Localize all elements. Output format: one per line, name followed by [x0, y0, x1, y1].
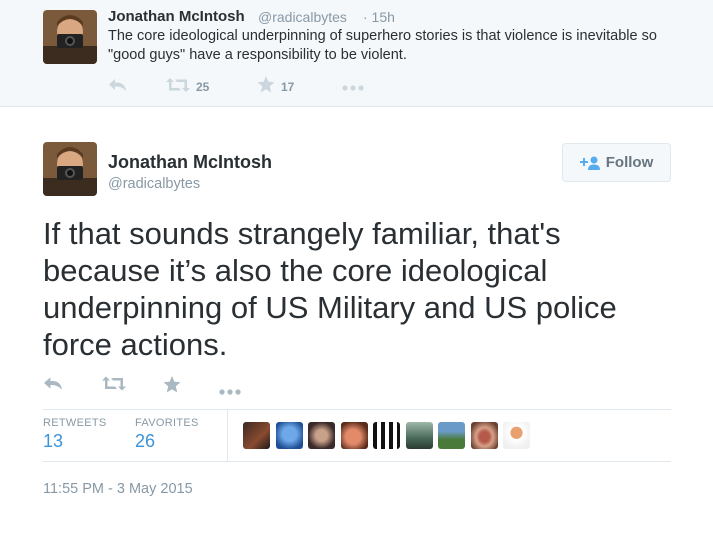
- reply-button[interactable]: [43, 376, 64, 396]
- parent-author-name[interactable]: Jonathan McIntosh: [108, 8, 245, 25]
- author-name[interactable]: Jonathan McIntosh: [108, 152, 272, 173]
- favoriter-avatar[interactable]: [470, 422, 498, 449]
- parent-favorite-count: 17: [281, 80, 295, 94]
- favorites-stat[interactable]: FAVORITES 26: [135, 417, 199, 452]
- favoriter-avatar[interactable]: [438, 422, 465, 449]
- star-icon: [257, 76, 275, 98]
- parent-tweet-actions: 25 17: [108, 76, 408, 98]
- follow-button[interactable]: Follow: [562, 143, 671, 182]
- parent-tweet-text: The core ideological underpinning of sup…: [108, 28, 657, 63]
- favoriter-avatar[interactable]: [308, 422, 335, 449]
- retweet-icon: [102, 376, 126, 396]
- tweet-actions: [43, 376, 263, 396]
- more-button[interactable]: [219, 382, 241, 400]
- parent-favorite-button[interactable]: 17: [257, 76, 295, 98]
- favoriter-avatar[interactable]: [340, 422, 368, 449]
- reply-icon: [108, 78, 128, 97]
- star-icon: [163, 376, 181, 398]
- more-icon: [342, 78, 364, 96]
- tweet-stats: RETWEETS 13 FAVORITES 26: [43, 409, 671, 462]
- parent-tweet[interactable]: Jonathan McIntosh @radicalbytes · 15h Th…: [0, 0, 713, 107]
- retweets-count: 13: [43, 431, 64, 451]
- favoriter-avatar[interactable]: [275, 422, 303, 449]
- retweet-button[interactable]: [102, 376, 126, 396]
- parent-tweet-time[interactable]: · 15h: [363, 9, 395, 25]
- stats-divider: [227, 410, 228, 462]
- author-handle[interactable]: @radicalbytes: [108, 176, 200, 192]
- parent-author-handle[interactable]: @radicalbytes: [258, 9, 347, 25]
- favoriter-avatar[interactable]: [373, 422, 400, 449]
- favorites-count: 26: [135, 431, 156, 451]
- favoriter-avatar[interactable]: [405, 422, 433, 449]
- author-avatar[interactable]: [43, 142, 97, 196]
- favoriter-avatar[interactable]: [503, 422, 530, 449]
- retweets-label: RETWEETS: [43, 417, 107, 429]
- tweet-timestamp[interactable]: 11:55 PM - 3 May 2015: [43, 481, 193, 497]
- retweets-stat[interactable]: RETWEETS 13: [43, 417, 107, 452]
- parent-reply-button[interactable]: [108, 78, 128, 96]
- favoriter-avatars: [243, 422, 536, 450]
- parent-retweet-button[interactable]: 25: [166, 77, 210, 97]
- favorites-label: FAVORITES: [135, 417, 199, 429]
- follow-label: Follow: [605, 154, 654, 171]
- parent-avatar[interactable]: [43, 10, 97, 64]
- more-icon: [219, 382, 241, 400]
- favoriter-avatar[interactable]: [243, 422, 270, 449]
- parent-more-button[interactable]: [342, 78, 364, 96]
- tweet-text: If that sounds strangely familiar, that'…: [43, 216, 617, 362]
- favorite-button[interactable]: [163, 376, 181, 398]
- add-user-icon: [579, 156, 600, 170]
- parent-retweet-count: 25: [196, 80, 210, 94]
- retweet-icon: [166, 77, 190, 97]
- reply-icon: [43, 376, 64, 396]
